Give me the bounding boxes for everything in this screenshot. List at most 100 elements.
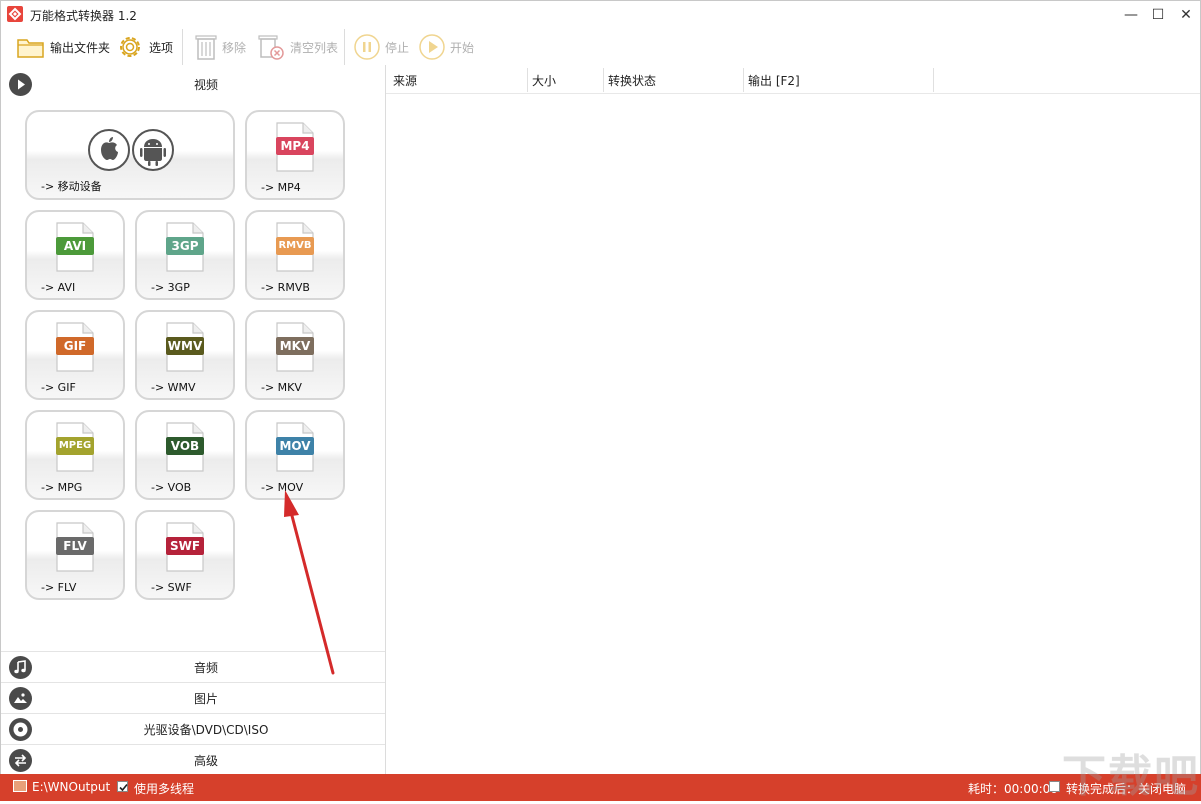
checkmark-icon (119, 783, 128, 792)
tile-wmv-label: -> WMV (151, 381, 196, 394)
category-audio[interactable]: 音频 (1, 652, 385, 682)
tile-3gp-label: -> 3GP (151, 281, 190, 294)
options-button[interactable]: 选项 (115, 31, 173, 63)
remove-button[interactable]: 移除 (194, 31, 246, 63)
toolbar: 输出文件夹 选项 移除 清空列表 停止 开始 (1, 29, 1200, 65)
tile-gif-label: -> GIF (41, 381, 76, 394)
watermark: 下载吧 (1062, 751, 1200, 802)
tile-swf-label: -> SWF (151, 581, 192, 594)
start-button[interactable]: 开始 (418, 31, 474, 63)
pause-icon (354, 34, 380, 60)
tile-mobile-device-label: -> 移动设备 (41, 180, 102, 193)
trash-icon (195, 35, 217, 60)
gear-icon (120, 37, 140, 57)
tile-wmv[interactable]: WMV -> WMV (135, 310, 235, 400)
file-list-header: 来源 大小 转换状态 输出 [F2] (386, 65, 1200, 94)
category-image-label: 图片 (193, 692, 218, 706)
tile-mkv-label: -> MKV (261, 381, 302, 394)
category-video[interactable]: 视频 (1, 69, 385, 99)
clear-list-button[interactable]: 清空列表 (258, 31, 338, 63)
tile-mpg[interactable]: MPEG -> MPG (25, 410, 125, 500)
apple-android-icon (88, 129, 174, 171)
swf-badge: SWF (166, 537, 204, 555)
column-separator[interactable] (527, 68, 528, 92)
multithread-label[interactable]: 使用多线程 (134, 780, 194, 797)
output-path[interactable]: E:\WNOutput (32, 780, 110, 794)
stop-label: 停止 (385, 40, 410, 55)
toolbar-separator (344, 29, 345, 65)
category-disc[interactable]: 光驱设备\DVD\CD\ISO (1, 714, 385, 744)
output-folder-button[interactable]: 输出文件夹 (16, 31, 110, 63)
app-logo-icon (7, 6, 23, 22)
tile-swf[interactable]: SWF -> SWF (135, 510, 235, 600)
tile-mov-label: -> MOV (261, 481, 304, 494)
window-title: 万能格式转换器 1.2 (30, 9, 137, 23)
category-disc-label: 光驱设备\DVD\CD\ISO (143, 723, 269, 737)
shutdown-checkbox[interactable] (1049, 781, 1060, 792)
image-icon (9, 687, 32, 710)
mov-badge: MOV (276, 437, 314, 455)
video-play-icon (9, 73, 32, 96)
category-video-label: 视频 (193, 78, 218, 92)
vob-badge: VOB (166, 437, 204, 455)
column-separator[interactable] (933, 68, 934, 92)
category-advanced[interactable]: 高级 (1, 745, 385, 775)
column-output[interactable]: 输出 [F2] (748, 72, 800, 89)
file-list[interactable] (386, 94, 1200, 774)
wmv-badge: WMV (166, 337, 204, 355)
mkv-badge: MKV (276, 337, 314, 355)
output-folder-label: 输出文件夹 (50, 40, 111, 55)
tile-mobile-device[interactable]: -> 移动设备 (25, 110, 235, 200)
multithread-checkbox[interactable] (117, 781, 128, 792)
avi-badge: AVI (56, 237, 94, 255)
tile-mkv[interactable]: MKV -> MKV (245, 310, 345, 400)
flv-badge: FLV (56, 537, 94, 555)
column-size[interactable]: 大小 (532, 72, 556, 89)
column-source[interactable]: 来源 (393, 72, 417, 89)
tile-avi[interactable]: AVI -> AVI (25, 210, 125, 300)
category-image[interactable]: 图片 (1, 683, 385, 713)
column-separator[interactable] (743, 68, 744, 92)
output-folder-icon[interactable] (13, 780, 27, 792)
mpeg-badge: MPEG (56, 437, 94, 455)
tile-mov[interactable]: MOV -> MOV (245, 410, 345, 500)
tile-rmvb[interactable]: RMVB -> RMVB (245, 210, 345, 300)
stop-button[interactable]: 停止 (353, 31, 409, 63)
remove-label: 移除 (222, 40, 247, 55)
tile-flv-label: -> FLV (41, 581, 77, 594)
toolbar-separator (182, 29, 183, 65)
folder-icon (17, 39, 44, 58)
tile-flv[interactable]: FLV -> FLV (25, 510, 125, 600)
mp4-badge: MP4 (276, 137, 314, 155)
music-note-icon (9, 656, 32, 679)
tile-3gp[interactable]: 3GP -> 3GP (135, 210, 235, 300)
status-bar: E:\WNOutput 使用多线程 耗时：00:00:00 转换完成后：关闭电脑 (0, 774, 1201, 801)
disc-icon (9, 718, 32, 741)
clear-list-label: 清空列表 (290, 40, 339, 55)
options-label: 选项 (149, 40, 174, 55)
category-audio-label: 音频 (193, 661, 218, 675)
rmvb-badge: RMVB (276, 237, 314, 255)
category-panel: 视频 -> 移动设备 MP4 -> MP4 AVI -> AVI 3GP -> … (1, 65, 386, 775)
tile-mpg-label: -> MPG (41, 481, 83, 494)
start-label: 开始 (450, 40, 475, 55)
title-bar: 万能格式转换器 1.2 — ☐ ✕ (1, 1, 1200, 29)
tile-vob[interactable]: VOB -> VOB (135, 410, 235, 500)
tile-vob-label: -> VOB (151, 481, 192, 494)
clear-list-icon (258, 35, 284, 60)
swap-arrows-icon (9, 749, 32, 772)
tile-gif[interactable]: GIF -> GIF (25, 310, 125, 400)
3gp-badge: 3GP (166, 237, 204, 255)
gif-badge: GIF (56, 337, 94, 355)
column-separator[interactable] (603, 68, 604, 92)
play-icon (419, 34, 445, 60)
category-advanced-label: 高级 (193, 754, 218, 768)
app-window: 万能格式转换器 1.2 — ☐ ✕ 输出文件夹 选项 移除 清空列表 停止 开始… (0, 0, 1201, 801)
close-button[interactable]: ✕ (1169, 1, 1200, 29)
tile-mp4-label: -> MP4 (261, 181, 301, 194)
tile-rmvb-label: -> RMVB (261, 281, 310, 294)
tile-mp4[interactable]: MP4 -> MP4 (245, 110, 345, 200)
tile-avi-label: -> AVI (41, 281, 76, 294)
elapsed-time: 耗时：00:00:00 (968, 782, 1058, 796)
column-status[interactable]: 转换状态 (608, 72, 656, 89)
